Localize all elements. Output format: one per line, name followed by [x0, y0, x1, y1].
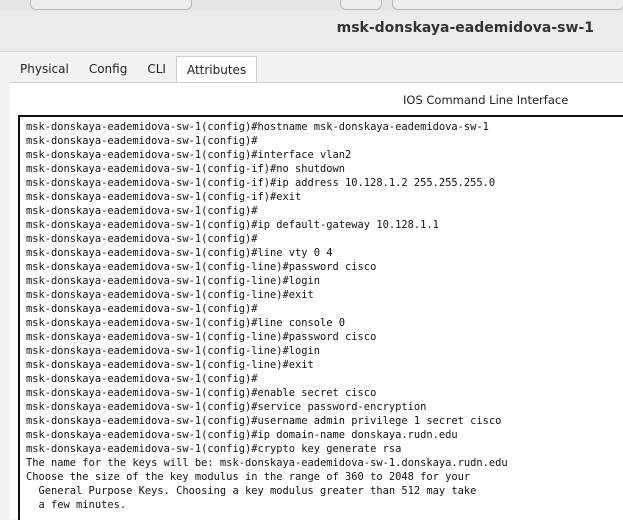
- console-line: General Purpose Keys. Choosing a key mod…: [26, 485, 477, 497]
- console-line: The name for the keys will be: msk-donsk…: [26, 457, 508, 469]
- background-window-fragment: [30, 0, 192, 10]
- console-line: msk-donskaya-eademidova-sw-1(config-if)#…: [26, 163, 346, 175]
- cli-console[interactable]: msk-donskaya-eademidova-sw-1(config)#hos…: [18, 115, 623, 520]
- tab-config[interactable]: Config: [79, 56, 138, 82]
- console-line: msk-donskaya-eademidova-sw-1(config)#ip …: [26, 219, 439, 231]
- tab-physical[interactable]: Physical: [10, 56, 79, 82]
- background-window-fragment: [392, 0, 623, 10]
- console-line: msk-donskaya-eademidova-sw-1(config-line…: [26, 331, 377, 343]
- console-line: a few minutes.: [26, 499, 127, 511]
- console-line: msk-donskaya-eademidova-sw-1(config)#ser…: [26, 401, 427, 413]
- background-window-fragment: [340, 0, 382, 10]
- console-line: msk-donskaya-eademidova-sw-1(config)#ena…: [26, 387, 377, 399]
- cli-header: IOS Command Line Interface: [403, 93, 569, 107]
- window-top-strip: [0, 0, 623, 11]
- console-line: msk-donskaya-eademidova-sw-1(config)#: [26, 303, 258, 315]
- console-line: msk-donskaya-eademidova-sw-1(config)#: [26, 135, 258, 147]
- console-line: msk-donskaya-eademidova-sw-1(config-line…: [26, 345, 321, 357]
- console-line: msk-donskaya-eademidova-sw-1(config-line…: [26, 289, 314, 301]
- title-bar: msk-donskaya-eademidova-sw-1: [0, 11, 623, 52]
- tab-cli[interactable]: CLI: [137, 56, 176, 82]
- console-line: msk-donskaya-eademidova-sw-1(config)#: [26, 205, 258, 217]
- console-line: msk-donskaya-eademidova-sw-1(config-line…: [26, 275, 321, 287]
- console-line: msk-donskaya-eademidova-sw-1(config)#lin…: [26, 247, 333, 259]
- console-line: msk-donskaya-eademidova-sw-1(config)#lin…: [26, 317, 346, 329]
- console-line: msk-donskaya-eademidova-sw-1(config)#ip …: [26, 429, 458, 441]
- console-output: msk-donskaya-eademidova-sw-1(config)#hos…: [26, 120, 508, 512]
- console-line: msk-donskaya-eademidova-sw-1(config-if)#…: [26, 191, 302, 203]
- console-line: msk-donskaya-eademidova-sw-1(config-if)#…: [26, 177, 496, 189]
- console-line: msk-donskaya-eademidova-sw-1(config)#int…: [26, 149, 352, 161]
- console-line: msk-donskaya-eademidova-sw-1(config)#use…: [26, 415, 502, 427]
- console-line: msk-donskaya-eademidova-sw-1(config)#: [26, 233, 258, 245]
- console-line: msk-donskaya-eademidova-sw-1(config-line…: [26, 261, 377, 273]
- console-line: msk-donskaya-eademidova-sw-1(config)#: [26, 373, 258, 385]
- tab-attributes[interactable]: Attributes: [175, 56, 258, 83]
- console-line: msk-donskaya-eademidova-sw-1(config)#hos…: [26, 121, 489, 133]
- console-line: msk-donskaya-eademidova-sw-1(config)#cry…: [26, 443, 402, 455]
- window-title: msk-donskaya-eademidova-sw-1: [336, 20, 594, 36]
- console-line: Choose the size of the key modulus in th…: [26, 471, 471, 483]
- console-line: msk-donskaya-eademidova-sw-1(config-line…: [26, 359, 314, 371]
- device-tabs: Physical Config CLI Attributes: [10, 56, 258, 83]
